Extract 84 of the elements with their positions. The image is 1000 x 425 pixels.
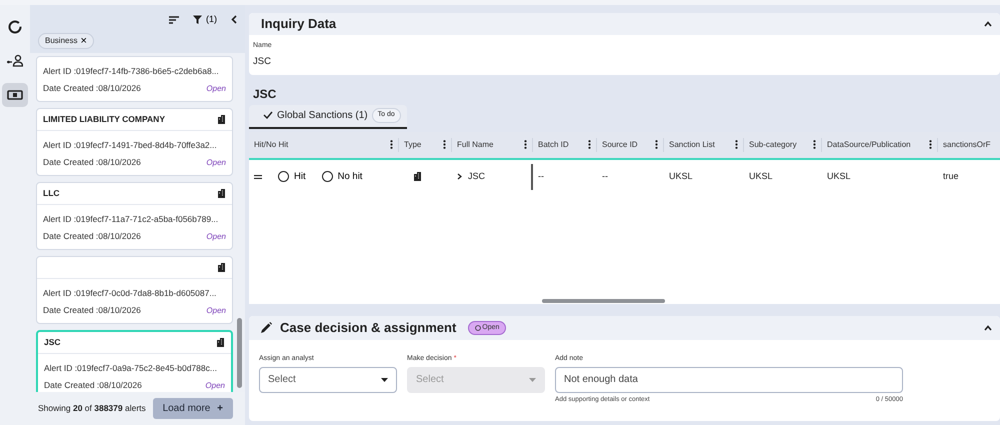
column-menu-icon[interactable]	[588, 140, 591, 150]
status-label: Open	[206, 231, 226, 243]
status-label: Open	[206, 157, 226, 169]
alert-id: Alert ID :019fecf7-14fb-7386-b6e5-c2deb6a8...	[43, 65, 220, 78]
radio-option[interactable]: No hit	[322, 170, 362, 184]
note-field[interactable]: Not enough data	[555, 366, 903, 393]
table-cell-text: JSC	[468, 170, 486, 183]
dropdown-caret-icon	[529, 378, 536, 382]
status-label: Open	[206, 83, 226, 95]
alert-id: Alert ID :019fecf7-11a7-71c2-a5ba-f056b789...	[43, 213, 220, 226]
column-header: Sub-category	[749, 138, 797, 151]
column-header: DataSource/Publication	[827, 138, 911, 151]
table-cell-text: UKSL	[669, 170, 693, 183]
caret-up-icon	[984, 21, 992, 27]
section-title: Inquiry Data	[261, 15, 336, 34]
table-cell-text: UKSL	[827, 170, 851, 183]
alerts-count: Showing 20 of 388379 alerts	[38, 402, 146, 415]
building-icon	[217, 115, 226, 124]
chip-remove-button[interactable]: ×	[80, 36, 87, 46]
alert-title: LLC	[43, 187, 60, 200]
date-created: Date Created :08/10/2026	[43, 82, 141, 95]
column-header: Source ID	[602, 138, 638, 151]
column-header: Full Name	[457, 138, 494, 151]
status-label: Open	[206, 305, 226, 317]
alert-id: Alert ID :019fecf7-1491-7bed-8d4b-70ffe3a2...	[43, 139, 218, 152]
collapse-button[interactable]	[984, 21, 992, 27]
alert-id: Alert ID :019fecf7-0c0d-7da8-8b1b-d605087...	[43, 287, 218, 300]
horizontal-scrollbar[interactable]	[542, 298, 665, 303]
building-icon	[217, 189, 226, 198]
alert-card[interactable]: JSC Alert ID :019fecf7-0a9a-75c2-8e45-b0d788c... Date Created :08/10/2026 Open	[36, 330, 233, 392]
alert-card[interactable]: Alert ID :019fecf7-14fb-7386-b6e5-c2deb6a8... Date Created :08/10/2026 Open	[36, 56, 233, 102]
column-menu-icon[interactable]	[813, 140, 816, 150]
status-label: Open	[205, 380, 225, 392]
building-icon	[217, 263, 226, 272]
caret-up-icon	[984, 324, 992, 331]
sort-button[interactable]	[169, 16, 179, 24]
column-menu-icon[interactable]	[390, 140, 393, 150]
column-header: Batch ID	[538, 138, 569, 151]
column-header: Type	[404, 138, 422, 151]
rail-nav-button[interactable]	[2, 83, 28, 107]
table-cell-text: --	[538, 170, 544, 183]
filter-button[interactable]: (1)	[193, 13, 217, 26]
column-header: Sanction List	[669, 138, 715, 151]
column-menu-icon[interactable]	[655, 140, 658, 150]
cash-icon	[7, 87, 23, 103]
date-created: Date Created :08/10/2026	[43, 230, 141, 243]
building-icon	[413, 172, 422, 182]
check-icon	[263, 111, 273, 120]
building-icon	[216, 338, 225, 347]
field-value: JSC	[253, 54, 272, 68]
filter-icon	[193, 15, 202, 24]
alert-card[interactable]: LLC Alert ID :019fecf7-11a7-71c2-a5ba-f056b789... Date Created :08/10/2026 Open	[36, 182, 233, 250]
column-menu-icon[interactable]	[524, 140, 527, 150]
alert-title: JSC	[44, 336, 61, 349]
column-menu-icon[interactable]	[443, 140, 446, 150]
date-created: Date Created :08/10/2026	[44, 379, 142, 392]
person-link-icon	[7, 53, 23, 69]
alert-title: LIMITED LIABILITY COMPANY	[43, 113, 165, 126]
date-created: Date Created :08/10/2026	[43, 156, 141, 169]
radio-option[interactable]: Hit	[278, 170, 306, 184]
drag-handle-icon[interactable]	[254, 174, 262, 179]
column-menu-icon[interactable]	[929, 140, 932, 150]
collapse-button[interactable]	[984, 324, 992, 331]
chip-label: Business	[45, 35, 78, 47]
section-title: Case decision & assignment	[280, 319, 456, 337]
column-header: Hit/No Hit	[254, 138, 288, 151]
scrollbar[interactable]	[237, 318, 242, 388]
expand-icon[interactable]	[457, 173, 462, 180]
column-header: sanctionsOrF	[943, 138, 991, 151]
alert-card[interactable]: Alert ID :019fecf7-0c0d-7da8-8b1b-d605087... Date Created :08/10/2026 Open	[36, 256, 233, 324]
table-cell-text: true	[943, 170, 959, 183]
select-field[interactable]: Select	[259, 366, 397, 393]
table-cell-text: UKSL	[749, 170, 773, 183]
dropdown-caret-icon	[381, 378, 388, 382]
alert-card[interactable]: LIMITED LIABILITY COMPANY Alert ID :019fecf7-1491-7bed-8d4b-70ffe3a2... Date Created :08/10/2026 Open	[36, 108, 233, 176]
pencil-icon	[261, 322, 272, 334]
date-created: Date Created :08/10/2026	[43, 304, 141, 317]
ring-icon	[7, 19, 23, 35]
table-cell-text: --	[602, 170, 608, 183]
alert-id: Alert ID :019fecf7-0a9a-75c2-8e45-b0d788c...	[44, 362, 218, 375]
load-more-button[interactable]: Load more +	[152, 398, 233, 419]
entity-heading: JSC	[253, 86, 278, 103]
column-menu-icon[interactable]	[735, 140, 738, 150]
collapse-panel-button[interactable]	[231, 15, 237, 24]
